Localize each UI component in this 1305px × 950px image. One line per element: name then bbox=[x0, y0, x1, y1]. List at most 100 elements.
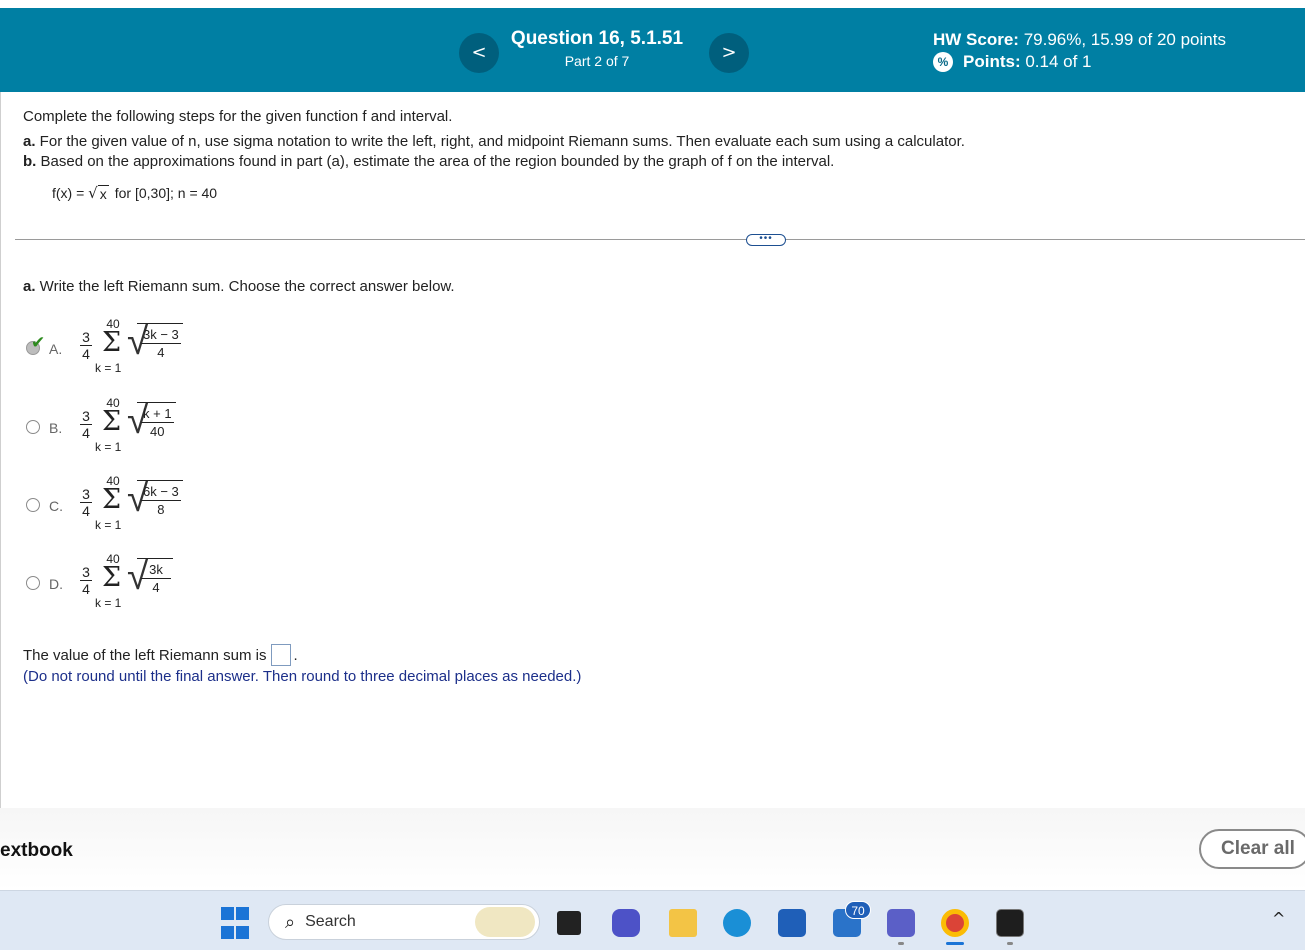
coef-denominator: 4 bbox=[82, 346, 90, 362]
option-letter: C. bbox=[49, 498, 63, 514]
radicand-fraction: 3k − 34 bbox=[137, 323, 183, 362]
task-view-icon[interactable] bbox=[557, 911, 581, 935]
answer-line: The value of the left Riemann sum is . bbox=[23, 644, 298, 666]
points-value: 0.14 of 1 bbox=[1020, 52, 1092, 71]
coefficient-fraction: 34 bbox=[80, 486, 92, 519]
windows-start-icon[interactable] bbox=[221, 907, 249, 943]
part-a-letter: a. bbox=[23, 133, 36, 150]
radicand-denominator: 4 bbox=[152, 580, 160, 595]
radicand-numerator: 6k − 3 bbox=[141, 484, 181, 501]
sum-lower-limit: k = 1 bbox=[95, 361, 122, 375]
question-header: < Question 16, 5.1.51 Part 2 of 7 > HW S… bbox=[0, 8, 1305, 92]
radicand-fraction: 6k − 38 bbox=[137, 480, 183, 519]
search-icon: ⌕ bbox=[285, 911, 296, 933]
coef-denominator: 4 bbox=[82, 425, 90, 441]
hw-score-value: 79.96%, 15.99 of 20 points bbox=[1018, 30, 1226, 49]
option-letter: D. bbox=[49, 576, 63, 592]
sigma-symbol: Σ bbox=[102, 484, 122, 515]
radicand-numerator: 3k bbox=[141, 561, 171, 579]
question-prompt: a. Write the left Riemann sum. Choose th… bbox=[23, 278, 455, 295]
meet-app-icon[interactable] bbox=[612, 909, 640, 937]
coef-numerator: 3 bbox=[80, 564, 92, 581]
coefficient-fraction: 34 bbox=[80, 408, 92, 441]
store-icon[interactable] bbox=[778, 909, 806, 937]
problem-part-b: b. Based on the approximations found in … bbox=[23, 153, 834, 170]
question-content: Complete the following steps for the giv… bbox=[0, 92, 1305, 808]
points: % Points: 0.14 of 1 bbox=[933, 52, 1092, 72]
top-strip bbox=[0, 0, 1305, 8]
part-b-text: Based on the approximations found in par… bbox=[36, 153, 835, 170]
answer-prefix: The value of the left Riemann sum is bbox=[23, 646, 267, 664]
hw-score-label: HW Score: bbox=[933, 30, 1019, 49]
footer-bar: extbook Clear all bbox=[0, 808, 1305, 890]
hw-score: HW Score: 79.96%, 15.99 of 20 points bbox=[933, 30, 1226, 50]
textbook-link[interactable]: extbook bbox=[0, 840, 73, 862]
radicand-fraction: k + 1 40 bbox=[137, 402, 176, 441]
coef-denominator: 4 bbox=[82, 503, 90, 519]
sum-lower-limit: k = 1 bbox=[95, 440, 122, 454]
correct-check-icon: ✔ bbox=[31, 333, 46, 353]
question-letter: a. bbox=[23, 278, 36, 295]
part-b-letter: b. bbox=[23, 153, 37, 170]
option-b[interactable]: B. 34 40 Σ k = 1 √ k + 1 40 bbox=[23, 396, 203, 468]
coef-numerator: 3 bbox=[80, 486, 92, 503]
coef-numerator: 3 bbox=[80, 408, 92, 425]
part-indicator: Part 2 of 7 bbox=[564, 53, 630, 69]
radicand-numerator: k + 1 bbox=[141, 406, 174, 423]
radio-d[interactable] bbox=[26, 576, 40, 590]
chevron-up-icon[interactable]: ^ bbox=[1272, 909, 1285, 928]
running-indicator bbox=[1007, 942, 1013, 945]
function-definition: f(x) = √ x for [0,30]; n = 40 bbox=[52, 184, 217, 202]
teams-icon[interactable] bbox=[887, 909, 915, 937]
radicand-fraction: 3k 4 bbox=[137, 558, 173, 597]
radio-b[interactable] bbox=[26, 420, 40, 434]
points-label: Points: bbox=[963, 52, 1021, 71]
sum-lower-limit: k = 1 bbox=[95, 596, 122, 610]
section-divider bbox=[15, 239, 1305, 240]
running-indicator bbox=[898, 942, 904, 945]
answer-suffix: . bbox=[293, 646, 298, 664]
file-explorer-icon[interactable] bbox=[669, 909, 697, 937]
question-title: Question 16, 5.1.51 bbox=[510, 28, 684, 49]
function-suffix: for [0,30]; n = 40 bbox=[114, 185, 218, 201]
problem-intro: Complete the following steps for the giv… bbox=[23, 108, 453, 125]
radicand-denominator: 8 bbox=[157, 502, 165, 517]
sqrt-symbol: √ bbox=[88, 184, 98, 202]
option-a[interactable]: ✔ A. 34 40 Σ k = 1 √ 3k − 34 bbox=[23, 317, 203, 389]
search-label: Search bbox=[305, 913, 356, 930]
option-c[interactable]: C. 34 40 Σ k = 1 √ 6k − 38 bbox=[23, 474, 203, 546]
option-d[interactable]: D. 34 40 Σ k = 1 √ 3k 4 bbox=[23, 552, 203, 624]
more-options-button[interactable]: ••• bbox=[746, 234, 786, 246]
radio-c[interactable] bbox=[26, 498, 40, 512]
coef-denominator: 4 bbox=[82, 581, 90, 597]
question-text: Write the left Riemann sum. Choose the c… bbox=[35, 278, 455, 295]
previous-question-button[interactable]: < bbox=[459, 33, 499, 73]
partial-credit-icon: % bbox=[933, 52, 953, 72]
problem-part-a: a. For the given value of n, use sigma n… bbox=[23, 133, 965, 150]
radicand-denominator: 40 bbox=[150, 424, 165, 439]
answer-input[interactable] bbox=[271, 644, 292, 666]
option-letter: A. bbox=[49, 341, 63, 357]
sigma-symbol: Σ bbox=[102, 327, 122, 358]
function-prefix: f(x) = bbox=[52, 185, 89, 201]
radicand-denominator: 4 bbox=[157, 345, 165, 360]
coefficient-fraction: 34 bbox=[80, 329, 92, 362]
function-radicand: x bbox=[97, 184, 109, 202]
taskbar-search[interactable]: ⌕ Search bbox=[268, 904, 540, 940]
search-highlight-icon bbox=[475, 907, 535, 937]
mail-badge: 70 bbox=[845, 901, 871, 919]
sigma-symbol: Σ bbox=[102, 562, 122, 593]
active-indicator bbox=[946, 942, 964, 945]
sum-lower-limit: k = 1 bbox=[95, 518, 122, 532]
sigma-symbol: Σ bbox=[102, 406, 122, 437]
edge-browser-icon[interactable] bbox=[723, 909, 751, 937]
terminal-icon[interactable] bbox=[996, 909, 1024, 937]
clear-all-button[interactable]: Clear all bbox=[1199, 829, 1305, 869]
chrome-icon[interactable] bbox=[941, 909, 969, 937]
windows-taskbar: ⌕ Search 70 ^ bbox=[0, 890, 1305, 950]
radicand-numerator: 3k − 3 bbox=[141, 327, 181, 344]
part-a-text: For the given value of n, use sigma nota… bbox=[35, 133, 965, 150]
coef-numerator: 3 bbox=[80, 329, 92, 346]
coefficient-fraction: 34 bbox=[80, 564, 92, 597]
next-question-button[interactable]: > bbox=[709, 33, 749, 73]
